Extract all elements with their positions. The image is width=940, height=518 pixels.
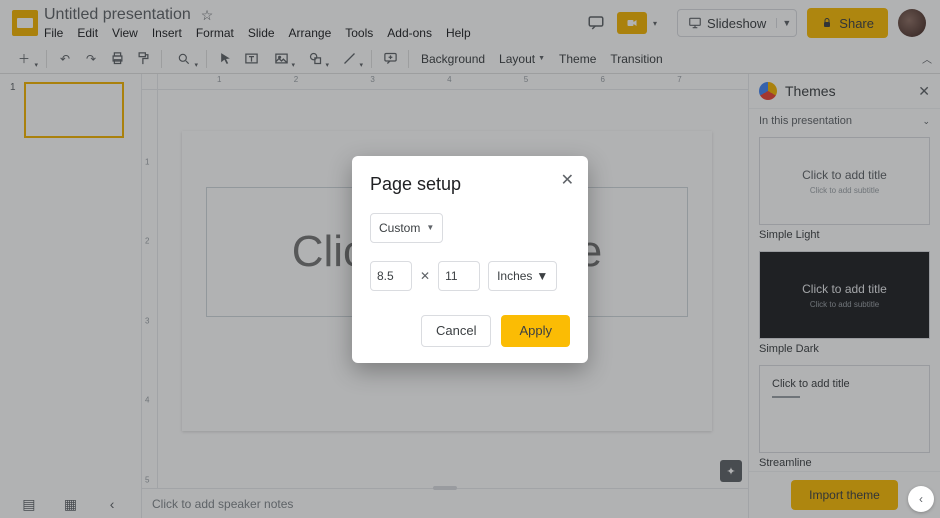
page-height-input[interactable] (438, 261, 480, 291)
page-size-preset-select[interactable]: Custom▼ (370, 213, 443, 243)
dialog-title: Page setup (370, 174, 570, 195)
dimension-separator: ✕ (420, 269, 430, 283)
page-width-input[interactable] (370, 261, 412, 291)
unit-select[interactable]: Inches▼ (488, 261, 557, 291)
apply-button[interactable]: Apply (501, 315, 570, 347)
cancel-button[interactable]: Cancel (421, 315, 491, 347)
close-dialog-icon[interactable]: ✕ (561, 170, 574, 190)
modal-scrim[interactable]: Page setup ✕ Custom▼ ✕ Inches▼ Cancel Ap… (0, 0, 940, 518)
page-setup-dialog: Page setup ✕ Custom▼ ✕ Inches▼ Cancel Ap… (352, 156, 588, 363)
side-panel-toggle[interactable]: ‹ (908, 486, 934, 512)
